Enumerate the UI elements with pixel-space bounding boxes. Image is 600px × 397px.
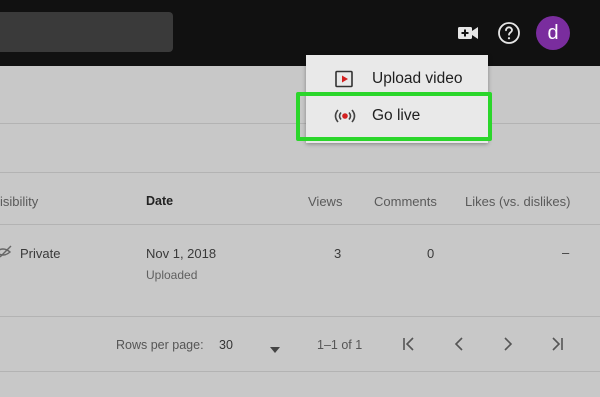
divider [0, 371, 600, 372]
divider [0, 224, 600, 225]
menu-item-label: Upload video [372, 70, 463, 87]
first-page-icon[interactable] [399, 334, 419, 354]
date-status: Uploaded [146, 268, 198, 282]
rows-per-page-select[interactable]: 30 [219, 338, 233, 352]
column-header-date[interactable]: Date [146, 194, 173, 208]
upload-video-icon [334, 70, 354, 88]
create-video-icon[interactable] [455, 20, 481, 46]
top-bar: d [0, 0, 600, 66]
comments-value: 0 [427, 246, 435, 261]
private-eye-icon [0, 245, 14, 259]
avatar[interactable]: d [536, 16, 570, 50]
highlight-annotation [296, 92, 492, 141]
search-input[interactable] [0, 12, 173, 52]
views-value: 3 [334, 246, 342, 261]
last-page-icon[interactable] [547, 334, 567, 354]
visibility-value[interactable]: Private [20, 246, 60, 261]
column-header-visibility[interactable]: isibility [0, 194, 38, 209]
date-value: Nov 1, 2018 [146, 246, 217, 261]
previous-page-icon[interactable] [449, 334, 469, 354]
divider [0, 172, 600, 173]
help-icon[interactable] [496, 20, 522, 46]
rows-per-page-label: Rows per page: [116, 338, 204, 352]
column-header-views[interactable]: Views [308, 194, 342, 209]
pagination-range: 1–1 of 1 [317, 338, 363, 352]
likes-value: – [562, 245, 570, 260]
column-header-comments[interactable]: Comments [374, 194, 437, 209]
chevron-down-icon[interactable] [269, 341, 281, 353]
column-header-likes[interactable]: Likes (vs. dislikes) [465, 194, 570, 209]
next-page-icon[interactable] [498, 334, 518, 354]
divider [0, 316, 600, 317]
